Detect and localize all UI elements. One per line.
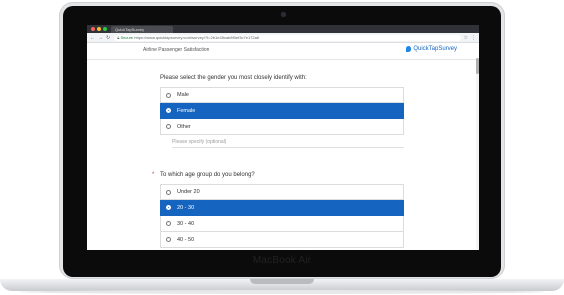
- required-marker: *: [152, 172, 155, 178]
- quicktapsurvey-logo: QuickTapSurvey: [406, 46, 457, 52]
- url-text: https://www.quicktapsurvey.com/survey/?t…: [134, 34, 260, 40]
- option-label: 40 - 50: [177, 236, 195, 243]
- radio-icon: [166, 221, 171, 226]
- radio-icon: [166, 92, 171, 98]
- radio-icon: [166, 237, 171, 242]
- radio-icon: [166, 124, 171, 129]
- screen: QuickTapSurvey ← → ↻ 🔒︎ Secure https://w…: [87, 25, 479, 250]
- option-female[interactable]: Female: [160, 103, 404, 119]
- address-bar-row: ← → ↻ 🔒︎ Secure https://www.quicktapsurv…: [87, 33, 479, 43]
- menu-icon[interactable]: ⋮: [471, 35, 476, 41]
- minimize-window-button[interactable]: [97, 27, 101, 31]
- browser-tabbar: QuickTapSurvey: [87, 25, 479, 33]
- secure-label: Secure: [120, 34, 134, 40]
- option-40-50[interactable]: 40 - 50: [160, 232, 404, 248]
- nav-buttons: ← → ↻: [90, 35, 110, 41]
- gender-options: Male Female Other: [160, 87, 404, 135]
- radio-selected-icon: [166, 108, 171, 113]
- option-other[interactable]: Other: [160, 119, 404, 135]
- option-label: Under 20: [177, 189, 200, 195]
- logo-icon: [406, 46, 412, 52]
- radio-icon: [166, 189, 171, 195]
- scrollbar-track[interactable]: [476, 58, 479, 250]
- option-label: 20 - 30: [177, 204, 195, 211]
- option-under-20[interactable]: Under 20: [160, 184, 404, 200]
- option-label: Female: [177, 107, 196, 114]
- close-window-button[interactable]: [91, 27, 95, 31]
- question-age: To which age group do you belong?: [160, 172, 255, 178]
- age-options: Under 20 20 - 30 30 - 40 40 - 50: [160, 184, 404, 248]
- option-20-30[interactable]: 20 - 30: [160, 200, 404, 216]
- option-label: 30 - 40: [177, 220, 195, 227]
- option-label: Male: [177, 92, 189, 98]
- webcam: [281, 12, 286, 17]
- survey-title: Airline Passenger Satisfaction: [143, 47, 210, 53]
- maximize-window-button[interactable]: [103, 27, 107, 31]
- back-icon[interactable]: ←: [90, 35, 95, 41]
- option-label: Other: [177, 123, 191, 130]
- device-brand: MacBook Air: [252, 255, 312, 266]
- laptop-shadow: [20, 290, 544, 294]
- specify-input[interactable]: Please specify (optional): [172, 139, 404, 148]
- url-field[interactable]: 🔒︎ Secure https://www.quicktapsurvey.com…: [114, 34, 461, 41]
- laptop-base-notch: [250, 279, 314, 284]
- browser-toolbar-icons: ☆ ⋮: [464, 35, 476, 41]
- option-30-40[interactable]: 30 - 40: [160, 216, 404, 232]
- option-male[interactable]: Male: [160, 87, 404, 103]
- forward-icon[interactable]: →: [98, 35, 103, 41]
- radio-selected-icon: [166, 205, 171, 210]
- reload-icon[interactable]: ↻: [106, 35, 110, 41]
- logo-text: QuickTapSurvey: [413, 46, 457, 52]
- question-gender: Please select the gender you most closel…: [160, 75, 307, 81]
- window-controls: [91, 27, 107, 31]
- scrollbar-thumb[interactable]: [476, 58, 479, 74]
- bookmark-star-icon[interactable]: ☆: [464, 35, 468, 41]
- app-header: Airline Passenger Satisfaction QuickTapS…: [87, 43, 479, 60]
- browser-tab[interactable]: QuickTapSurvey: [111, 26, 173, 33]
